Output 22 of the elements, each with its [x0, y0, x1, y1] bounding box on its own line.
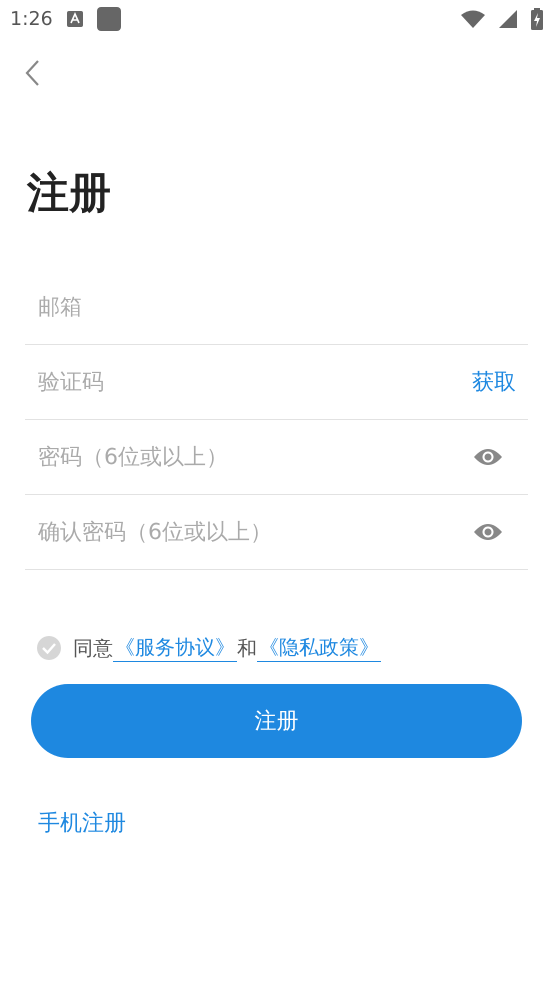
- eye-icon[interactable]: [474, 448, 502, 466]
- page-title: 注册: [27, 168, 111, 218]
- input-field[interactable]: 邮箱: [38, 287, 516, 327]
- phone-register-link[interactable]: 手机注册: [38, 808, 126, 838]
- register-button[interactable]: 注册: [31, 684, 522, 758]
- checkbox[interactable]: [37, 636, 61, 660]
- get-code-link[interactable]: 获取: [472, 367, 516, 397]
- input-field[interactable]: 密码（6位或以上）: [38, 437, 474, 477]
- keyboard-notification-icon: [66, 11, 83, 27]
- input-field[interactable]: 验证码: [38, 362, 472, 402]
- app-notification-icon: [96, 7, 121, 31]
- input-field[interactable]: 确认密码（6位或以上）: [38, 512, 474, 552]
- signal-icon: [499, 10, 517, 28]
- agree-label: 同意: [73, 634, 113, 662]
- wifi-icon: [461, 10, 485, 28]
- battery-icon: [531, 8, 543, 30]
- eye-icon[interactable]: [474, 523, 502, 541]
- back-icon[interactable]: [25, 60, 39, 86]
- privacy-policy-link[interactable]: 《隐私政策》: [257, 634, 381, 662]
- status-time: 1:26: [10, 8, 53, 30]
- and-label: 和: [237, 634, 257, 662]
- service-agreement-link[interactable]: 《服务协议》: [113, 634, 237, 662]
